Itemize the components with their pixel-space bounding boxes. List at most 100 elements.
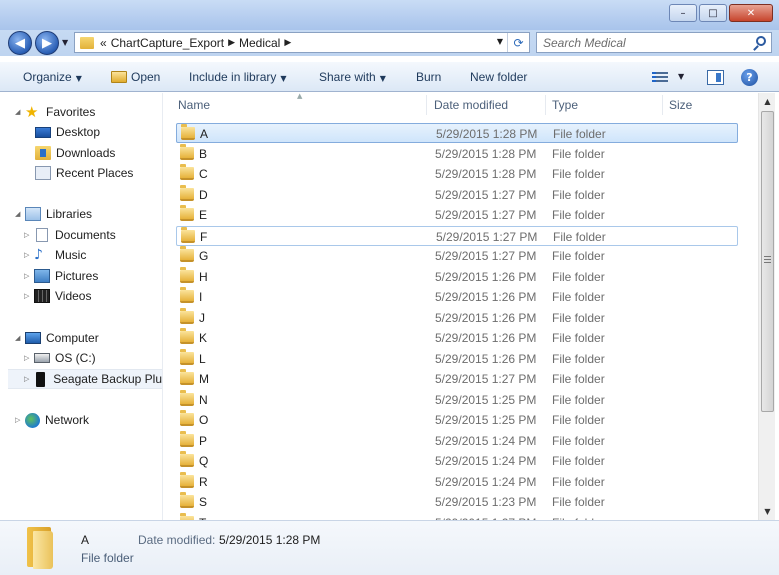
change-view-icon[interactable] <box>652 72 668 83</box>
nav-recent-places[interactable]: Recent Places <box>35 164 133 182</box>
column-divider[interactable] <box>426 95 427 115</box>
open-folder-icon <box>111 71 127 83</box>
collapsed-triangle-icon[interactable]: ▷ <box>24 231 34 239</box>
nav-downloads[interactable]: Downloads <box>35 144 115 162</box>
preview-pane-icon[interactable] <box>707 70 724 85</box>
scroll-up-button[interactable]: ▲ <box>759 93 776 110</box>
table-row[interactable]: K 5/29/2015 1:26 PM File folder <box>176 328 738 348</box>
collapsed-triangle-icon[interactable]: ▷ <box>24 272 34 280</box>
scroll-down-button[interactable]: ▼ <box>759 503 776 520</box>
nav-desktop[interactable]: Desktop <box>35 123 100 141</box>
table-row[interactable]: D 5/29/2015 1:27 PM File folder <box>176 184 738 205</box>
table-row[interactable]: P 5/29/2015 1:24 PM File folder <box>176 430 738 451</box>
collapsed-triangle-icon[interactable]: ▷ <box>24 251 34 259</box>
table-row[interactable]: B 5/29/2015 1:28 PM File folder <box>176 143 738 164</box>
back-button[interactable]: ◀ <box>8 31 32 55</box>
address-bar[interactable]: « ChartCapture_Export ▶ Medical ▶ ▼ ⟳ <box>74 32 530 53</box>
file-name: H <box>199 269 208 284</box>
table-row[interactable]: A 5/29/2015 1:28 PM File folder <box>176 123 738 143</box>
file-date-modified: 5/29/2015 1:23 PM <box>435 495 537 509</box>
breadcrumb-separator-icon[interactable]: ▶ <box>228 38 235 48</box>
folder-icon <box>25 527 55 569</box>
table-row[interactable]: I 5/29/2015 1:26 PM File folder <box>176 287 738 307</box>
nav-music[interactable]: ▷ ♪ Music <box>24 246 86 264</box>
column-divider[interactable] <box>545 95 546 115</box>
breadcrumb-item-medical[interactable]: Medical <box>239 36 280 50</box>
scroll-thumb[interactable] <box>761 111 774 412</box>
close-button[interactable]: ✕ <box>729 4 773 22</box>
nav-pictures[interactable]: ▷ Pictures <box>24 267 98 285</box>
new-folder-button[interactable]: New folder <box>470 70 527 84</box>
nav-network[interactable]: ▷ Network <box>15 411 89 429</box>
chevron-down-icon: ▼ <box>496 37 503 46</box>
open-button[interactable]: Open <box>111 70 160 84</box>
expanded-triangle-icon[interactable]: ◢ <box>15 108 25 116</box>
breadcrumb-separator-icon[interactable]: ▶ <box>284 38 291 48</box>
table-row[interactable]: G 5/29/2015 1:27 PM File folder <box>176 246 738 266</box>
nav-videos[interactable]: ▷ Videos <box>24 287 91 305</box>
collapsed-triangle-icon[interactable]: ▷ <box>15 416 25 424</box>
address-history-dropdown[interactable]: ▼ <box>497 37 503 46</box>
chevron-down-icon: ▼ <box>62 38 69 47</box>
table-row[interactable]: L 5/29/2015 1:26 PM File folder <box>176 348 738 369</box>
column-header-type[interactable]: Type <box>552 93 662 117</box>
organize-button[interactable]: Organize ▼ <box>23 70 82 84</box>
nav-computer-label: Computer <box>46 331 99 345</box>
column-header-date-modified[interactable]: Date modified <box>434 93 544 117</box>
breadcrumb-item-chartcapture[interactable]: ChartCapture_Export <box>111 36 224 50</box>
file-type: File folder <box>552 372 605 386</box>
refresh-button[interactable]: ⟳ <box>507 33 529 52</box>
nav-computer[interactable]: ◢ Computer <box>15 329 99 347</box>
file-date-modified: 5/29/2015 1:26 PM <box>435 290 537 304</box>
file-name: C <box>199 167 208 181</box>
table-row[interactable]: E 5/29/2015 1:27 PM File folder <box>176 205 738 225</box>
file-date-modified: 5/29/2015 1:26 PM <box>435 331 537 345</box>
nav-documents[interactable]: ▷ Documents <box>24 226 116 244</box>
minimize-button[interactable]: – <box>669 4 697 22</box>
table-row[interactable]: Q 5/29/2015 1:24 PM File folder <box>176 451 738 471</box>
nav-favorites[interactable]: ◢ ★ Favorites <box>15 103 95 121</box>
share-with-button[interactable]: Share with ▼ <box>319 70 386 84</box>
help-icon[interactable]: ? <box>741 69 758 86</box>
burn-button[interactable]: Burn <box>416 70 441 84</box>
file-name: I <box>199 290 203 304</box>
collapsed-triangle-icon[interactable]: ▷ <box>24 354 34 362</box>
table-row[interactable]: R 5/29/2015 1:24 PM File folder <box>176 471 738 492</box>
search-icon[interactable] <box>756 36 766 46</box>
table-row[interactable]: F 5/29/2015 1:27 PM File folder <box>176 225 738 246</box>
table-row[interactable]: N 5/29/2015 1:25 PM File folder <box>176 389 738 410</box>
column-header-name[interactable]: Name <box>178 93 418 117</box>
include-in-library-button[interactable]: Include in library ▼ <box>189 70 287 84</box>
expanded-triangle-icon[interactable]: ◢ <box>15 210 25 218</box>
nav-libraries[interactable]: ◢ Libraries <box>15 205 92 223</box>
folder-icon <box>180 492 194 508</box>
table-row[interactable]: T5/29/2015 1:27 PMFile folder <box>176 512 738 520</box>
nav-os-drive[interactable]: ▷ OS (C:) <box>24 349 96 367</box>
file-name: A <box>200 127 209 141</box>
vertical-scrollbar[interactable]: ▲ ▼ <box>758 93 775 520</box>
file-date-modified: 5/29/2015 1:26 PM <box>435 310 537 325</box>
table-row[interactable]: J 5/29/2015 1:26 PM File folder <box>176 307 738 328</box>
search-input[interactable] <box>537 33 747 52</box>
maximize-button[interactable]: □ <box>699 4 727 22</box>
column-header-size[interactable]: Size <box>669 93 729 117</box>
expanded-triangle-icon[interactable]: ◢ <box>15 334 25 342</box>
more-view-options-dropdown[interactable]: ▼ <box>678 72 684 81</box>
table-row[interactable]: H 5/29/2015 1:26 PM File folder <box>176 266 738 287</box>
forward-button[interactable]: ▶ <box>35 31 59 55</box>
table-row[interactable]: C 5/29/2015 1:28 PM File folder <box>176 164 738 184</box>
table-row[interactable]: S 5/29/2015 1:23 PM File folder <box>176 492 738 512</box>
arrow-right-icon: ▶ <box>42 35 52 51</box>
nav-seagate-backup[interactable]: ▷ Seagate Backup Plus <box>8 369 162 389</box>
folder-icon <box>180 389 194 406</box>
table-row[interactable]: O 5/29/2015 1:25 PM File folder <box>176 410 738 430</box>
folder-icon <box>180 205 194 221</box>
nav-music-label: Music <box>55 248 87 262</box>
breadcrumb-overflow[interactable]: « <box>100 36 107 50</box>
nav-network-label: Network <box>45 413 90 427</box>
collapsed-triangle-icon[interactable]: ▷ <box>24 292 34 300</box>
column-divider[interactable] <box>662 95 663 115</box>
table-row[interactable]: M 5/29/2015 1:27 PM File folder <box>176 369 738 389</box>
recent-pages-dropdown[interactable]: ▼ <box>62 38 68 47</box>
collapsed-triangle-icon[interactable]: ▷ <box>24 375 32 383</box>
